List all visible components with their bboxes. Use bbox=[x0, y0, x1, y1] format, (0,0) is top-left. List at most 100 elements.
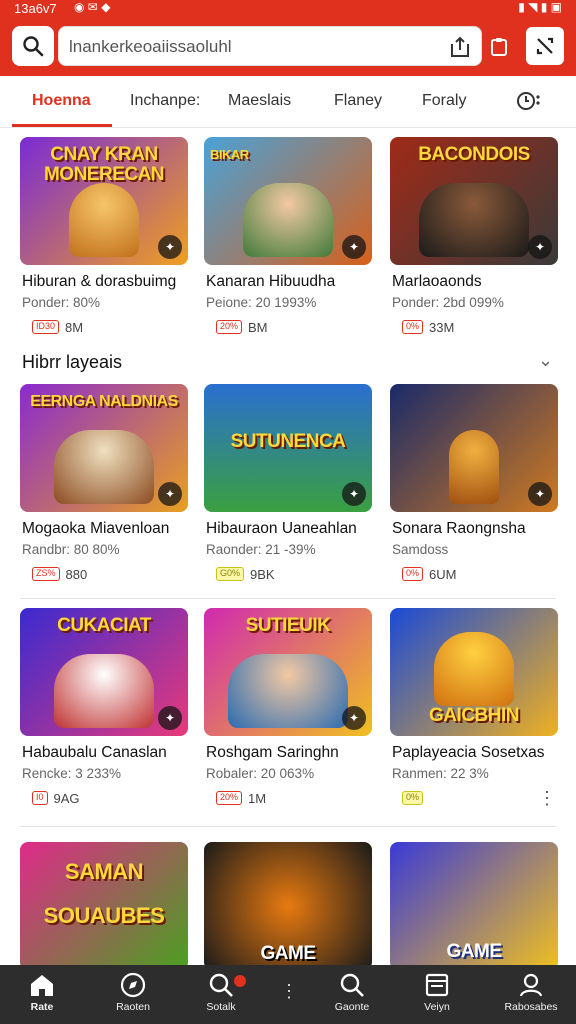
card-subtitle: Peione: 20 1993% bbox=[206, 295, 317, 310]
game-thumbnail: EERNGA NALDNIAS ✦ bbox=[20, 384, 188, 512]
card-count: 33M bbox=[429, 319, 455, 335]
card-badge: G0% bbox=[216, 567, 245, 581]
card-badge: 0% bbox=[402, 320, 424, 334]
thumbnail-art-title: BIKAR bbox=[210, 147, 249, 162]
card-subtitle: Randbr: 80 80% bbox=[22, 542, 120, 557]
clipboard-icon bbox=[491, 38, 507, 56]
card-count: BM bbox=[248, 319, 268, 335]
character-art bbox=[434, 632, 514, 706]
character-art bbox=[228, 654, 348, 728]
card-title: Mogaoka Miavenloan bbox=[22, 520, 170, 537]
card-subtitle: Robaler: 20 063% bbox=[206, 766, 315, 781]
tab-foraly[interactable]: Foraly bbox=[422, 92, 466, 110]
card-title: Sonara Raongnsha bbox=[392, 520, 526, 537]
card-meta: I0 9AG bbox=[32, 790, 80, 806]
card-count: 8M bbox=[65, 319, 84, 335]
card-subtitle: Ponder: 80% bbox=[22, 295, 101, 310]
system-icons: ▮ ◥ ▮ ▣ bbox=[518, 0, 562, 14]
game-thumbnail: BIKAR ✦ bbox=[204, 137, 372, 265]
chevron-down-icon[interactable]: ⌄ bbox=[538, 350, 553, 371]
thumbnail-art-title: GAICBHIN bbox=[429, 705, 519, 726]
home-icon bbox=[31, 975, 53, 996]
book-icon bbox=[425, 973, 449, 997]
search-field[interactable] bbox=[58, 26, 482, 66]
pin-icon[interactable]: ✦ bbox=[342, 706, 366, 730]
divider bbox=[20, 826, 556, 827]
clock-icon bbox=[517, 92, 540, 110]
card-badge: I0 bbox=[32, 791, 48, 805]
pin-icon[interactable]: ✦ bbox=[528, 482, 552, 506]
pin-icon[interactable]: ✦ bbox=[342, 235, 366, 259]
card-subtitle: Raonder: 21 -39% bbox=[206, 542, 316, 557]
thumbnail-art-title: GAME bbox=[446, 941, 503, 962]
game-thumbnail: GAME bbox=[204, 842, 372, 970]
status-time: 13a6v7 bbox=[14, 1, 57, 16]
card-badge: 0% bbox=[402, 791, 424, 805]
more-icon[interactable]: ⋮ bbox=[280, 981, 298, 1002]
search-icon bbox=[23, 36, 44, 57]
tab-flaney[interactable]: Flaney bbox=[334, 92, 382, 110]
game-thumbnail: SAMAN SOUAUBES bbox=[20, 842, 188, 970]
card-meta: 0% 33M bbox=[402, 319, 454, 335]
more-options-icon[interactable]: ⋮ bbox=[538, 788, 556, 809]
scan-icon bbox=[536, 37, 554, 55]
nav-discover[interactable]: Gaonte bbox=[307, 971, 397, 1013]
nav-label: Rate bbox=[30, 1001, 54, 1013]
search-row bbox=[12, 26, 564, 66]
card-count: 880 bbox=[65, 566, 88, 582]
nav-profile[interactable]: Rabosabes bbox=[486, 971, 576, 1013]
card-title: Paplayeacia Sosetxas bbox=[392, 744, 545, 761]
card-meta: ID30 8M bbox=[32, 319, 83, 335]
nav-home[interactable]: Rate bbox=[0, 971, 87, 1013]
thumbnail-art-title: SAMAN SOUAUBES bbox=[43, 859, 165, 928]
game-thumbnail: SUTUNENCA ✦ bbox=[204, 384, 372, 512]
pin-icon[interactable]: ✦ bbox=[158, 706, 182, 730]
nav-label: Rabosabes bbox=[504, 1001, 558, 1013]
nav-label: Veiyn bbox=[424, 1001, 450, 1013]
thumbnail-art-title: CUKACIAT bbox=[57, 615, 151, 636]
scan-button[interactable] bbox=[526, 27, 564, 65]
card-badge: 0% bbox=[402, 567, 424, 581]
game-thumbnail: CNAY KRAN MONERECAN ✦ bbox=[20, 137, 188, 265]
nav-library[interactable]: Veiyn bbox=[392, 971, 482, 1013]
search-icon bbox=[209, 973, 233, 997]
search-input[interactable] bbox=[69, 35, 439, 59]
thumbnail-art-title: SUTUNENCA bbox=[230, 431, 346, 452]
card-count: 1M bbox=[248, 790, 267, 806]
search-button[interactable] bbox=[12, 26, 54, 66]
card-badge: ZS% bbox=[32, 567, 60, 581]
tab-hoenna[interactable]: Hoenna bbox=[32, 92, 91, 110]
pin-icon[interactable]: ✦ bbox=[158, 482, 182, 506]
card-count: 6UM bbox=[429, 566, 457, 582]
more-tabs-button[interactable] bbox=[516, 90, 542, 117]
thumbnail-art-title: GAME bbox=[260, 943, 317, 964]
game-thumbnail: SUTIEUIK ✦ bbox=[204, 608, 372, 736]
notification-icons: ◉ ✉ ◆ bbox=[74, 0, 111, 14]
nav-search[interactable]: Sotalk bbox=[176, 971, 266, 1013]
pin-icon[interactable]: ✦ bbox=[528, 235, 552, 259]
tab-inchanpe[interactable]: Inchanpe: bbox=[130, 92, 200, 110]
pin-icon[interactable]: ✦ bbox=[342, 482, 366, 506]
character-art bbox=[449, 430, 499, 504]
app-header: 13a6v7 ◉ ✉ ◆ ▮ ◥ ▮ ▣ bbox=[0, 0, 576, 76]
compass-icon bbox=[120, 972, 146, 998]
character-art bbox=[54, 654, 154, 728]
user-icon bbox=[519, 973, 543, 997]
card-title: Roshgam Saringhn bbox=[206, 744, 339, 761]
notes-button[interactable] bbox=[482, 30, 516, 64]
nav-explore[interactable]: Raoten bbox=[88, 971, 178, 1013]
card-meta: 0% 6UM bbox=[402, 566, 456, 582]
search-icon bbox=[340, 973, 364, 997]
nav-label: Raoten bbox=[116, 1001, 150, 1013]
game-thumbnail: CUKACIAT ✦ bbox=[20, 608, 188, 736]
card-title: Hiburan & dorasbuimg bbox=[22, 273, 177, 290]
card-subtitle: Samdoss bbox=[392, 542, 449, 557]
notification-dot bbox=[234, 975, 246, 987]
card-subtitle: Ponder: 2bd 099% bbox=[392, 295, 504, 310]
share-icon[interactable] bbox=[449, 35, 471, 59]
tab-maeslais[interactable]: Maeslais bbox=[228, 92, 291, 110]
nav-label: Gaonte bbox=[334, 1001, 370, 1013]
pin-icon[interactable]: ✦ bbox=[158, 235, 182, 259]
game-thumbnail: GAME bbox=[390, 842, 558, 970]
status-bar: 13a6v7 ◉ ✉ ◆ ▮ ◥ ▮ ▣ bbox=[0, 0, 576, 18]
